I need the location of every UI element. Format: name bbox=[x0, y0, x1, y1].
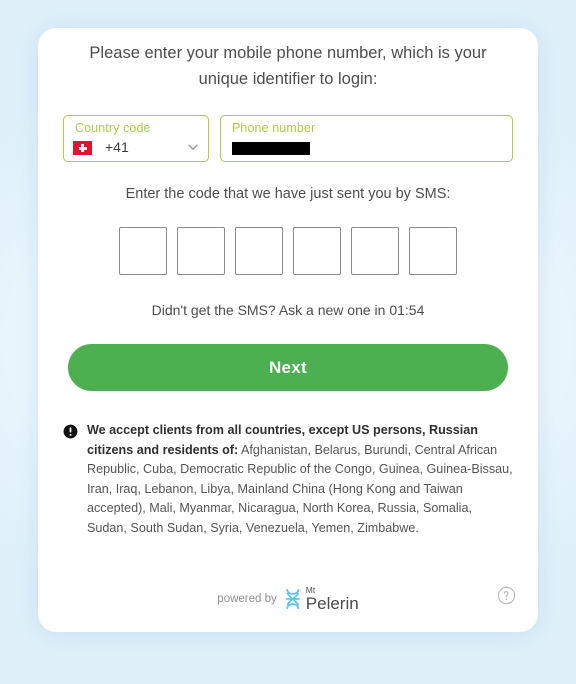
powered-by-label: powered by bbox=[217, 593, 277, 605]
brand-logo: Mt Pelerin bbox=[284, 586, 359, 612]
login-card: Please enter your mobile phone number, w… bbox=[38, 28, 538, 632]
swiss-flag-icon bbox=[73, 141, 92, 155]
sms-code-digit-3[interactable] bbox=[235, 227, 283, 275]
phone-number-label: Phone number bbox=[232, 121, 316, 135]
resend-sms-text[interactable]: Didn't get the SMS? Ask a new one in 01:… bbox=[60, 302, 516, 318]
phone-entry-row: Country code +41 Phone number bbox=[60, 115, 516, 162]
help-circle-icon[interactable] bbox=[497, 586, 516, 605]
country-dial-code: +41 bbox=[105, 139, 129, 155]
sms-code-digit-2[interactable] bbox=[177, 227, 225, 275]
restricted-countries-text: We accept clients from all countries, ex… bbox=[87, 421, 513, 538]
sms-code-prompt: Enter the code that we have just sent yo… bbox=[125, 186, 451, 202]
restricted-countries-notice: We accept clients from all countries, ex… bbox=[60, 421, 516, 538]
phone-number-redacted-value bbox=[232, 142, 310, 155]
sms-code-digit-1[interactable] bbox=[119, 227, 167, 275]
card-footer: powered by Mt Pelerin bbox=[60, 584, 516, 618]
sms-code-inputs bbox=[60, 227, 516, 275]
country-code-label: Country code bbox=[75, 121, 151, 135]
powered-by-block: powered by Mt Pelerin bbox=[217, 586, 359, 613]
sms-code-digit-5[interactable] bbox=[351, 227, 399, 275]
next-button[interactable]: Next bbox=[68, 344, 508, 391]
chevron-down-icon bbox=[188, 144, 198, 150]
mt-pelerin-logo-icon bbox=[286, 588, 301, 610]
brand-main-text: Pelerin bbox=[305, 594, 359, 613]
phone-number-field[interactable]: Phone number bbox=[220, 115, 513, 162]
brand-wordmark: Mt Pelerin bbox=[305, 586, 359, 613]
alert-circle-icon bbox=[63, 424, 78, 439]
sms-code-digit-4[interactable] bbox=[293, 227, 341, 275]
sms-code-digit-6[interactable] bbox=[409, 227, 457, 275]
country-code-select[interactable]: Country code +41 bbox=[63, 115, 209, 162]
page-title: Please enter your mobile phone number, w… bbox=[89, 44, 487, 88]
app-root: Please enter your mobile phone number, w… bbox=[0, 0, 576, 684]
